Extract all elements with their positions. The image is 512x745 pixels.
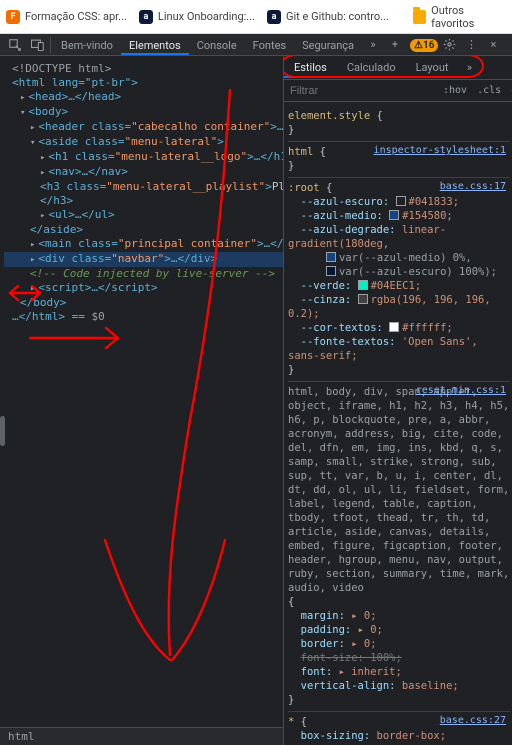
dom-node[interactable]: <html lang="pt-br"> — [4, 76, 283, 90]
tab-welcome[interactable]: Bem-vindo — [53, 35, 121, 55]
dom-comment[interactable]: <!-- Code injected by live-server --> — [4, 267, 283, 281]
warning-count: 16 — [423, 40, 434, 51]
dom-node[interactable]: <script>…</script> — [4, 281, 283, 296]
dom-node[interactable]: </h3> — [4, 194, 283, 208]
styles-tabs-overflow-icon[interactable]: » — [459, 57, 481, 79]
settings-gear-icon[interactable] — [438, 34, 460, 56]
tab-security[interactable]: Segurança — [294, 35, 362, 55]
source-link[interactable]: base.css:17 — [440, 180, 506, 194]
favicon-alura: a — [267, 10, 281, 24]
dom-node[interactable]: <main class="principal container">…</mai… — [4, 237, 283, 252]
warnings-badge[interactable]: ⚠ 16 — [406, 38, 438, 52]
inspect-icon[interactable] — [4, 34, 26, 56]
bookmark-others[interactable]: Outros favoritos — [413, 4, 506, 30]
bookmark-item[interactable]: a Git e Github: contro... — [267, 10, 389, 24]
source-link[interactable]: base.css:27 — [440, 714, 506, 728]
tab-console[interactable]: Console — [189, 35, 245, 55]
dom-node[interactable]: </body> — [4, 296, 283, 310]
dom-doctype[interactable]: <!DOCTYPE html> — [4, 62, 283, 76]
dom-node[interactable]: <h1 class="menu-lateral__logo">…</h1> — [4, 150, 283, 165]
bookmark-item[interactable]: F Formação CSS: apr... — [6, 10, 127, 24]
breadcrumb[interactable]: html — [0, 727, 283, 745]
styles-filterbar: :hov .cls + — [284, 80, 512, 102]
css-rule[interactable]: element.style { } — [288, 106, 510, 142]
elements-tree-pane: <!DOCTYPE html> <html lang="pt-br"> <hea… — [0, 56, 284, 745]
dom-tree[interactable]: <!DOCTYPE html> <html lang="pt-br"> <hea… — [0, 56, 283, 324]
bookmark-label: Outros favoritos — [431, 4, 506, 30]
tabs-overflow-icon[interactable]: » — [362, 34, 384, 56]
folder-icon — [413, 10, 426, 24]
tab-elements[interactable]: Elementos — [121, 35, 189, 55]
kebab-icon[interactable]: ⋮ — [460, 34, 482, 56]
new-rule-icon[interactable]: + — [506, 83, 512, 99]
dom-node[interactable]: <header class="cabecalho container">…</h… — [4, 120, 283, 135]
dom-node[interactable]: <h3 class="menu-lateral__playlist">Playl… — [4, 180, 283, 194]
css-rule[interactable]: inspector-stylesheet:1 html { } — [288, 142, 510, 178]
bookmarks-bar: F Formação CSS: apr... a Linux Onboardin… — [0, 0, 512, 34]
favicon-orange: F — [6, 10, 20, 24]
dom-node[interactable]: <head>…</head> — [4, 90, 283, 105]
dom-node[interactable]: <ul>…</ul> — [4, 208, 283, 223]
bookmark-label: Linux Onboarding:... — [158, 10, 255, 23]
bookmark-label: Git e Github: contro... — [286, 10, 389, 23]
source-link[interactable]: reset.min.css:1 — [416, 384, 506, 398]
favicon-alura: a — [139, 10, 153, 24]
bookmark-label: Formação CSS: apr... — [25, 10, 127, 23]
css-rule[interactable]: base.css:27 * { box-sizing: border-box; … — [288, 712, 510, 745]
tab-styles[interactable]: Estilos — [284, 57, 337, 78]
dom-node-selected[interactable]: <div class="navbar">…</div> — [4, 252, 283, 267]
css-rules[interactable]: element.style { } inspector-stylesheet:1… — [284, 102, 512, 745]
filter-input[interactable] — [284, 85, 438, 97]
hov-toggle[interactable]: :hov — [438, 85, 472, 96]
styles-tabs: Estilos Calculado Layout » — [284, 56, 512, 80]
new-tab-icon[interactable]: + — [384, 34, 406, 56]
dom-node[interactable]: …</html> == $0 — [4, 310, 283, 324]
css-rule[interactable]: base.css:17 :root { --azul-escuro: #0418… — [288, 178, 510, 382]
tab-computed[interactable]: Calculado — [337, 57, 406, 78]
dom-node[interactable]: <aside class="menu-lateral"> — [4, 135, 283, 150]
dom-node[interactable]: </aside> — [4, 223, 283, 237]
device-toolbar-icon[interactable] — [26, 34, 48, 56]
scrollbar-thumb[interactable] — [0, 416, 5, 446]
css-rule[interactable]: reset.min.css:1 html, body, div, span, a… — [288, 382, 510, 712]
dom-node[interactable]: <body> — [4, 105, 283, 120]
cls-toggle[interactable]: .cls — [472, 85, 506, 96]
devtools-tabbar: Bem-vindo Elementos Console Fontes Segur… — [0, 34, 512, 56]
dom-node[interactable]: <nav>…</nav> — [4, 165, 283, 180]
tab-layout[interactable]: Layout — [406, 57, 459, 78]
close-icon[interactable]: × — [482, 34, 504, 56]
source-link[interactable]: inspector-stylesheet:1 — [374, 144, 506, 158]
styles-pane: Estilos Calculado Layout » :hov .cls + e… — [284, 56, 512, 745]
bookmark-item[interactable]: a Linux Onboarding:... — [139, 10, 255, 24]
tab-sources[interactable]: Fontes — [245, 35, 294, 55]
